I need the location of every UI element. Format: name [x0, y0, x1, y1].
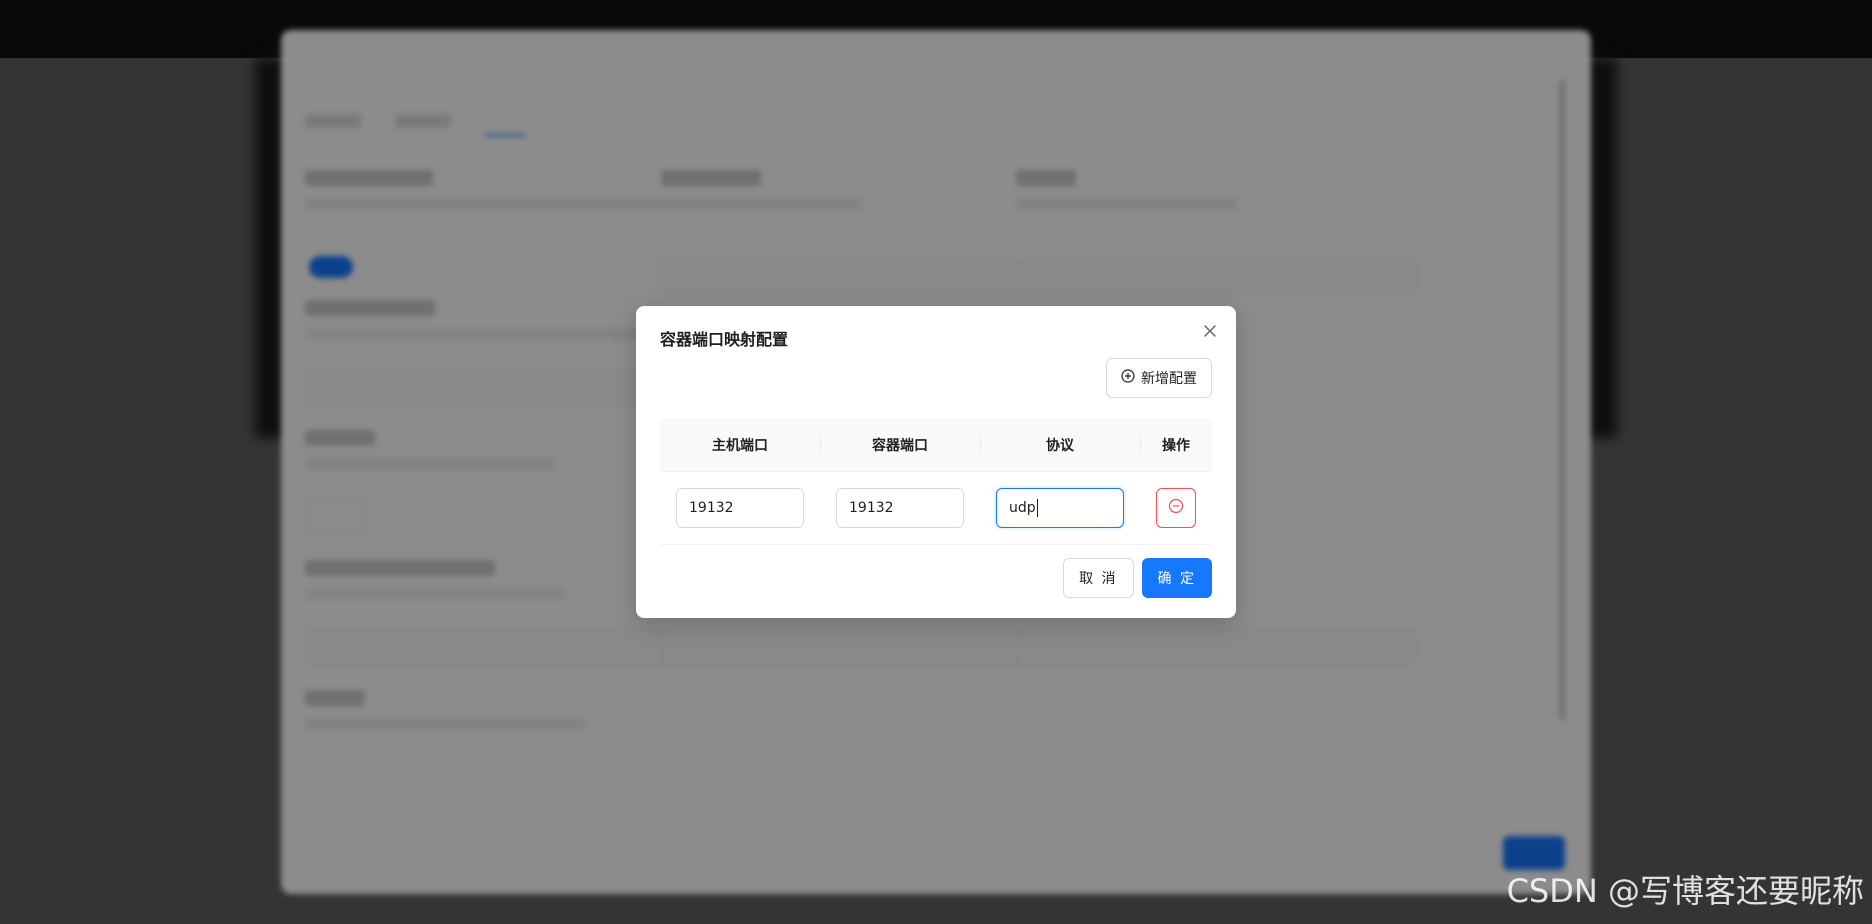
text-caret	[1036, 499, 1038, 517]
container-port-input[interactable]: 19132	[836, 488, 964, 528]
watermark-text: CSDN @写博客还要昵称	[1506, 872, 1864, 910]
add-config-button[interactable]: 新增配置	[1106, 358, 1212, 398]
column-header-container-port: 容器端口	[820, 418, 980, 471]
modal-footer: 取 消 确 定	[1063, 558, 1212, 598]
table-header: 主机端口 容器端口 协议 操作	[660, 418, 1212, 472]
close-icon	[1203, 323, 1217, 342]
column-header-protocol: 协议	[980, 418, 1140, 471]
table-row: 19132 19132 udp	[660, 472, 1212, 545]
ok-button[interactable]: 确 定	[1141, 558, 1212, 598]
minus-circle-icon	[1168, 498, 1184, 518]
delete-row-button[interactable]	[1156, 488, 1196, 528]
plus-circle-icon	[1121, 369, 1135, 387]
protocol-input[interactable]: udp	[996, 488, 1124, 528]
cancel-button[interactable]: 取 消	[1063, 558, 1134, 598]
protocol-value: udp	[1009, 500, 1036, 516]
add-config-label: 新增配置	[1141, 371, 1197, 387]
column-header-actions: 操作	[1140, 418, 1212, 471]
host-port-input[interactable]: 19132	[676, 488, 804, 528]
column-header-host-port: 主机端口	[712, 437, 768, 454]
port-mapping-modal: 容器端口映射配置 新增配置 主机端口 容器端口 协议 操作 19132 1913…	[636, 306, 1236, 618]
port-mapping-table: 主机端口 容器端口 协议 操作 19132 19132 udp	[660, 418, 1212, 545]
modal-title: 容器端口映射配置	[660, 330, 789, 349]
modal-close-button[interactable]	[1198, 320, 1222, 344]
